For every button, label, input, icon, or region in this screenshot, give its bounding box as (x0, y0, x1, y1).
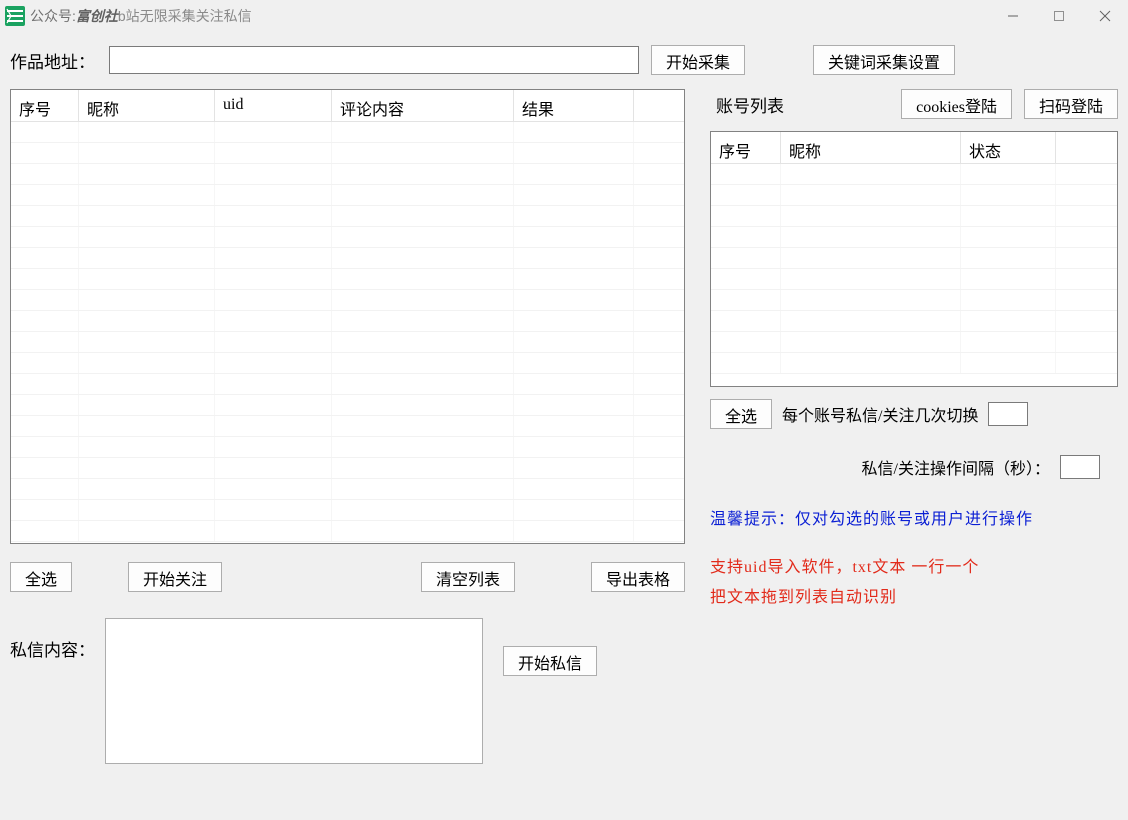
app-icon (4, 5, 26, 27)
export-table-button[interactable]: 导出表格 (591, 562, 685, 592)
table-row[interactable] (11, 248, 684, 269)
table-row[interactable] (11, 143, 684, 164)
interval-label: 私信/关注操作间隔（秒）： (862, 455, 1050, 479)
start-pm-button[interactable]: 开始私信 (503, 646, 597, 676)
maximize-button[interactable] (1036, 0, 1082, 31)
table-row[interactable] (711, 206, 1117, 227)
table-row[interactable] (11, 500, 684, 521)
url-input[interactable] (109, 46, 639, 74)
start-collect-button[interactable]: 开始采集 (651, 45, 745, 75)
table-row[interactable] (11, 185, 684, 206)
table-row[interactable] (11, 122, 684, 143)
table-row[interactable] (11, 353, 684, 374)
table-row[interactable] (711, 269, 1117, 290)
accounts-col-blank (1056, 132, 1117, 164)
tip-blue: 温馨提示：仅对勾选的账号或用户进行操作 (710, 505, 1118, 529)
comments-col-index[interactable]: 序号 (11, 90, 79, 122)
table-row[interactable] (11, 164, 684, 185)
tip-red-line1: 支持uid导入软件，txt文本 一行一个 (710, 553, 1118, 583)
minimize-button[interactable] (990, 0, 1036, 31)
accounts-listview[interactable]: 序号 昵称 状态 (710, 131, 1118, 387)
table-row[interactable] (11, 416, 684, 437)
accounts-col-nickname[interactable]: 昵称 (781, 132, 961, 164)
table-row[interactable] (11, 374, 684, 395)
switch-label: 每个账号私信/关注几次切换 (782, 402, 978, 426)
comments-col-result[interactable]: 结果 (514, 90, 634, 122)
table-row[interactable] (711, 164, 1117, 185)
accounts-select-all-button[interactable]: 全选 (710, 399, 772, 429)
table-row[interactable] (11, 437, 684, 458)
table-row[interactable] (711, 353, 1117, 374)
titlebar: 公众号:富创社b站无限采集关注私信 (0, 0, 1128, 31)
close-button[interactable] (1082, 0, 1128, 31)
interval-input[interactable] (1060, 455, 1100, 479)
comments-col-blank (634, 90, 684, 122)
scan-login-button[interactable]: 扫码登陆 (1024, 89, 1118, 119)
pm-label: 私信内容： (10, 636, 95, 661)
table-row[interactable] (11, 269, 684, 290)
url-label: 作品地址： (10, 48, 95, 73)
table-row[interactable] (11, 395, 684, 416)
cookies-login-button[interactable]: cookies登陆 (901, 89, 1012, 119)
comments-col-content[interactable]: 评论内容 (332, 90, 514, 122)
comments-col-nickname[interactable]: 昵称 (79, 90, 215, 122)
window-title: 公众号:富创社b站无限采集关注私信 (30, 6, 252, 26)
table-row[interactable] (711, 290, 1117, 311)
table-row[interactable] (11, 311, 684, 332)
accounts-col-status[interactable]: 状态 (961, 132, 1056, 164)
table-row[interactable] (711, 311, 1117, 332)
table-row[interactable] (711, 227, 1117, 248)
table-row[interactable] (711, 185, 1117, 206)
table-row[interactable] (11, 521, 684, 542)
client-area: 作品地址： 开始采集 关键词采集设置 序号 昵称 uid 评论内容 结果 (0, 31, 1128, 820)
table-row[interactable] (711, 332, 1117, 353)
table-row[interactable] (11, 479, 684, 500)
tip-red: 支持uid导入软件，txt文本 一行一个 把文本拖到列表自动识别 (710, 553, 1118, 613)
select-all-button[interactable]: 全选 (10, 562, 72, 592)
keyword-settings-button[interactable]: 关键词采集设置 (813, 45, 955, 75)
table-row[interactable] (11, 227, 684, 248)
table-row[interactable] (11, 206, 684, 227)
pm-textarea[interactable] (105, 618, 483, 764)
table-row[interactable] (11, 290, 684, 311)
comments-col-uid[interactable]: uid (215, 90, 332, 122)
start-follow-button[interactable]: 开始关注 (128, 562, 222, 592)
switch-input[interactable] (988, 402, 1028, 426)
table-row[interactable] (11, 458, 684, 479)
accounts-col-index[interactable]: 序号 (711, 132, 781, 164)
account-list-label: 账号列表 (716, 92, 784, 117)
app-window: 公众号:富创社b站无限采集关注私信 作品地址： 开始采集 关键词采集设置 (0, 0, 1128, 820)
table-row[interactable] (711, 248, 1117, 269)
comments-listview[interactable]: 序号 昵称 uid 评论内容 结果 (10, 89, 685, 544)
table-row[interactable] (11, 332, 684, 353)
clear-list-button[interactable]: 清空列表 (421, 562, 515, 592)
tip-red-line2: 把文本拖到列表自动识别 (710, 583, 1118, 613)
